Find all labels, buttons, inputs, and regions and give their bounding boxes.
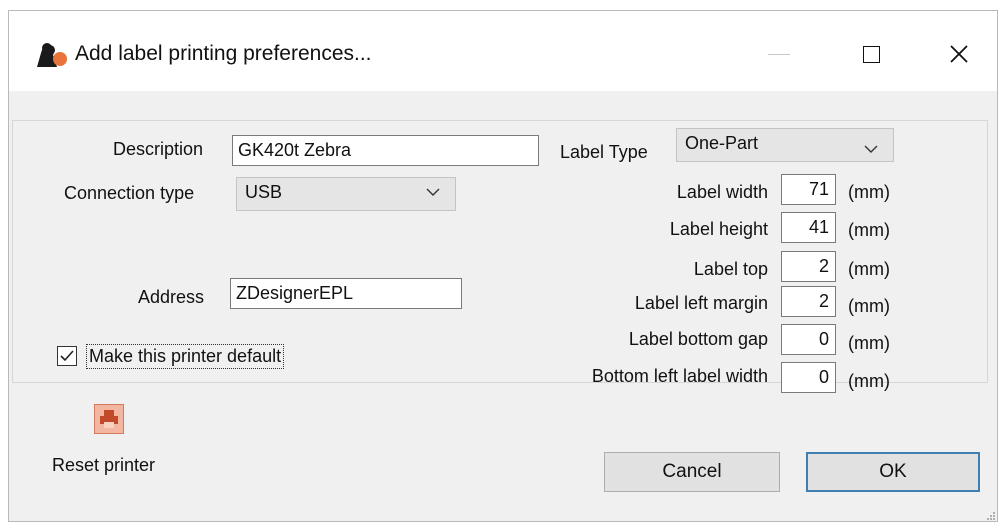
resize-grip-icon[interactable] (986, 511, 996, 521)
label-height-label: Label height (669, 219, 768, 239)
label-width-label: Label width (676, 182, 768, 202)
bottom-left-label-width-label: Bottom left label width (591, 366, 768, 386)
reset-printer-label[interactable]: Reset printer (52, 455, 155, 476)
address-label: Address (138, 287, 205, 307)
close-button[interactable] (931, 29, 987, 79)
minimize-button[interactable] (751, 29, 807, 79)
maximize-icon (862, 45, 880, 63)
label-top-label: Label top (693, 259, 768, 279)
title-bar: Add label printing preferences... (9, 11, 997, 91)
label-type-value: One-Part (685, 133, 759, 153)
label-left-margin-input[interactable] (781, 286, 836, 317)
bottom-left-label-width-input[interactable] (781, 362, 836, 393)
label-top-input[interactable] (781, 251, 836, 282)
address-input[interactable] (230, 278, 462, 309)
connection-type-select[interactable]: USB (236, 177, 456, 211)
chevron-down-icon (426, 188, 440, 196)
reset-printer-icon[interactable] (94, 404, 124, 434)
app-icon (37, 43, 67, 67)
unit-label: (mm) (848, 182, 890, 202)
make-default-label[interactable]: Make this printer default (86, 344, 285, 369)
minimize-icon (768, 53, 790, 55)
label-bottom-gap-input[interactable] (781, 324, 836, 355)
cancel-button[interactable]: Cancel (604, 452, 780, 492)
chevron-down-icon (864, 145, 878, 153)
printer-icon (100, 410, 118, 428)
checkmark-icon (60, 350, 74, 362)
unit-label: (mm) (848, 220, 890, 240)
label-height-input[interactable] (781, 212, 836, 243)
label-left-margin-label: Label left margin (634, 293, 768, 313)
label-width-input[interactable] (781, 174, 836, 205)
description-input[interactable] (232, 135, 539, 166)
make-default-checkbox[interactable] (57, 346, 77, 366)
label-bottom-gap-label: Label bottom gap (628, 329, 768, 349)
maximize-button[interactable] (843, 29, 899, 79)
close-icon (950, 45, 968, 63)
label-type-select[interactable]: One-Part (676, 128, 894, 162)
unit-label: (mm) (848, 371, 890, 391)
unit-label: (mm) (848, 296, 890, 316)
connection-type-value: USB (245, 182, 283, 202)
connection-type-label: Connection type (64, 183, 195, 203)
unit-label: (mm) (848, 333, 890, 353)
ok-button[interactable]: OK (806, 452, 980, 492)
unit-label: (mm) (848, 259, 890, 279)
description-label: Description (113, 139, 204, 159)
label-type-label: Label Type (560, 142, 648, 162)
window-title: Add label printing preferences... (75, 42, 372, 65)
